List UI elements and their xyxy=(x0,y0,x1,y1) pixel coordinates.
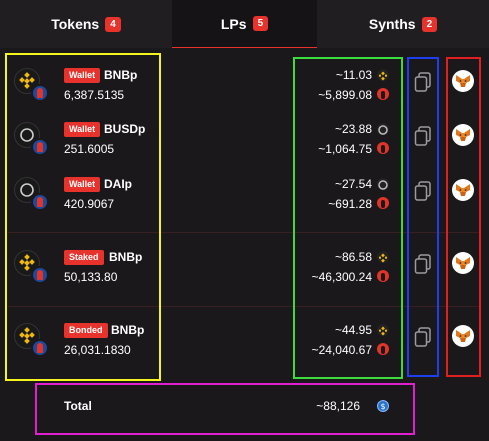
tab-lps-label: LPs xyxy=(220,15,247,32)
tab-tokens-count: 4 xyxy=(105,16,121,32)
value-column-highlight xyxy=(293,57,403,379)
total-label: Total xyxy=(64,399,92,413)
tab-tokens-label: Tokens xyxy=(51,16,100,32)
tab-synths-count: 2 xyxy=(421,16,438,32)
svg-text:$: $ xyxy=(380,402,385,411)
usd-coin-icon: $ xyxy=(377,400,389,412)
tab-synths-label: Synths xyxy=(368,16,416,32)
token-column-highlight xyxy=(5,53,161,381)
total-value: ~88,126 xyxy=(316,399,360,413)
tab-tokens[interactable]: Tokens 4 xyxy=(0,0,172,48)
tab-lps-count: 5 xyxy=(252,16,269,31)
tab-lps[interactable]: LPs 5 xyxy=(172,0,317,48)
metamask-column-highlight xyxy=(446,57,481,377)
tab-bar: Tokens 4 LPs 5 Synths 2 xyxy=(0,0,489,48)
tab-synths[interactable]: Synths 2 xyxy=(317,0,489,48)
copy-column-highlight xyxy=(407,57,439,377)
